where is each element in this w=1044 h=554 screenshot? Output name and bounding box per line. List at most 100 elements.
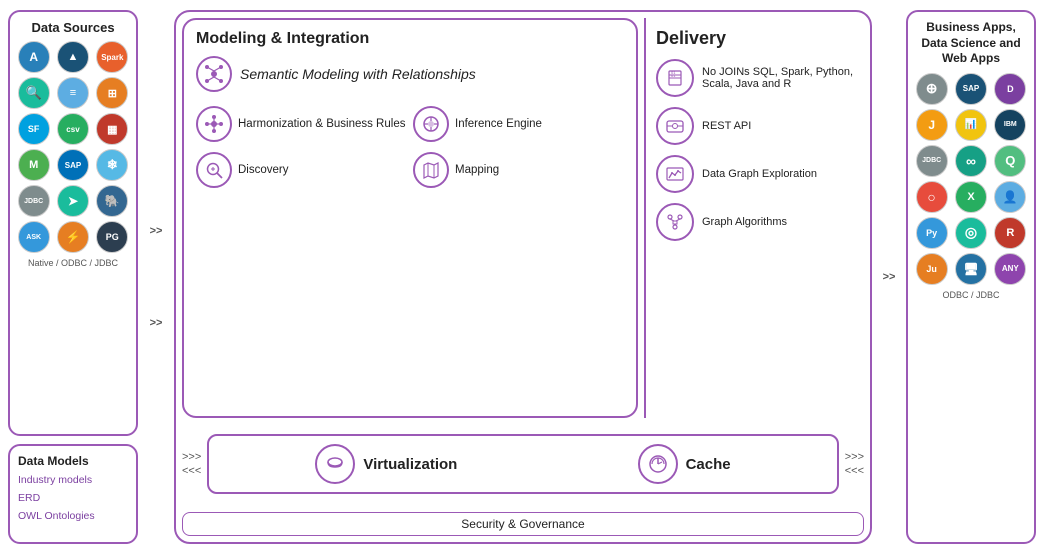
excel-icon: X — [955, 181, 987, 213]
data-sources-box: Data Sources A ▲ Spark 🔍 ≡ ⊞ SF csv ▦ M … — [8, 10, 138, 436]
virt-cache-area: Virtualization Cache — [207, 434, 838, 494]
jdbc2-icon: JDBC — [916, 145, 948, 177]
algo-label: Graph Algorithms — [702, 216, 787, 228]
infinity-icon: ∞ — [955, 145, 987, 177]
algo-icon — [656, 203, 694, 241]
center-panel: Modeling & Integration — [174, 10, 872, 544]
jupyter-icon: Ju — [916, 253, 948, 285]
black-icon: J — [916, 109, 948, 141]
delivery-title: Delivery — [656, 28, 854, 49]
python-icon: Py — [916, 217, 948, 249]
inference-icon — [413, 106, 449, 142]
chart-icon: ▦ — [96, 113, 128, 145]
inference-item: Inference Engine — [413, 106, 624, 142]
erd: ERD — [18, 490, 128, 508]
right-arrow-col: >> — [878, 10, 900, 544]
full-bottom: >>> <<< Virtualization — [182, 424, 864, 536]
atlas-icon: ▲ — [57, 41, 89, 73]
cache-icon — [638, 444, 678, 484]
right-arrow: >> — [883, 271, 896, 283]
semantic-icon — [196, 56, 232, 92]
stack-icon: ⊞ — [96, 77, 128, 109]
cognos-icon: IBM — [994, 109, 1026, 141]
circle-icon: ○ — [916, 181, 948, 213]
graph-exploration-icon — [656, 155, 694, 193]
data-models-items: Industry models ERD OWL Ontologies — [18, 472, 128, 526]
person-icon: 👤 — [994, 181, 1026, 213]
bottom-bar: >>> <<< Virtualization — [182, 424, 864, 504]
sql-icon: 01 01 — [656, 59, 694, 97]
mapping-label: Mapping — [455, 164, 499, 176]
right-panel: Business Apps, Data Science and Web Apps… — [906, 10, 1036, 544]
svg-text:01: 01 — [671, 73, 676, 78]
display-icon: 🖥 — [955, 253, 987, 285]
left-panel: Data Sources A ▲ Spark 🔍 ≡ ⊞ SF csv ▦ M … — [8, 10, 138, 544]
layers-icon: ≡ — [57, 77, 89, 109]
virtualization-icon — [315, 444, 355, 484]
semantic-modeling: Semantic Modeling with Relationships — [196, 56, 624, 92]
cache-item: Cache — [638, 444, 731, 484]
qlik-icon: Q — [994, 145, 1026, 177]
graph-exploration-item: Data Graph Exploration — [656, 155, 854, 193]
obdc-icon: ◎ — [955, 217, 987, 249]
modeling-title: Modeling & Integration — [196, 30, 624, 48]
main-container: Data Sources A ▲ Spark 🔍 ≡ ⊞ SF csv ▦ M … — [0, 0, 1044, 554]
jdbc-icon: JDBC — [18, 185, 50, 217]
algo-item: Graph Algorithms — [656, 203, 854, 241]
feature-grid: Harmonization & Business Rules — [196, 106, 624, 188]
stream-icon: ➤ — [57, 185, 89, 217]
virtualization-label: Virtualization — [363, 456, 457, 473]
mongodb-icon: M — [18, 149, 50, 181]
any-icon: ANY — [994, 253, 1026, 285]
mapping-icon — [413, 152, 449, 188]
modeling-box: Modeling & Integration — [182, 18, 638, 418]
postgre2-icon: PG — [96, 221, 128, 253]
postgres-icon: 🐘 — [96, 185, 128, 217]
harmonization-item: Harmonization & Business Rules — [196, 106, 407, 142]
data-models-box: Data Models Industry models ERD OWL Onto… — [8, 444, 138, 544]
sap-icon: SAP — [57, 149, 89, 181]
csv-icon: csv — [57, 113, 89, 145]
discovery-item: Discovery — [196, 152, 407, 188]
virt-left-arrows: >>> <<< — [182, 450, 201, 479]
ask-icon: ASK — [18, 221, 50, 253]
center-top: Modeling & Integration — [182, 18, 864, 418]
discovery-label: Discovery — [238, 164, 288, 176]
domc-icon: D — [994, 73, 1026, 105]
semantic-label: Semantic Modeling with Relationships — [240, 66, 476, 82]
powerbi-icon: 📊 — [955, 109, 987, 141]
cache-right-arrows: >>> <<< — [845, 450, 864, 479]
rest-icon — [656, 107, 694, 145]
right-icon-grid: ⊕ SAP D J 📊 IBM JDBC ∞ Q ○ X 👤 Py ◎ R Ju… — [914, 73, 1028, 285]
jdbc-label: ODBC / JDBC — [914, 290, 1028, 300]
plus-icon: ⊕ — [916, 73, 948, 105]
sql-item: 01 01 No JOINs SQL, Spark, Python, Scala… — [656, 59, 854, 97]
rest-label: REST API — [702, 120, 751, 132]
delivery-box: Delivery 01 01 No JOINs SQL, Spark, Pyth… — [644, 18, 864, 418]
spark-icon: Spark — [96, 41, 128, 73]
azure-icon: A — [18, 41, 50, 73]
owl-ontologies: OWL Ontologies — [18, 508, 128, 526]
sql-label: No JOINs SQL, Spark, Python, Scala, Java… — [702, 66, 854, 90]
dynamo-icon: ⚡ — [57, 221, 89, 253]
data-models-title: Data Models — [18, 454, 128, 468]
left-arrow-col: >> >> — [144, 10, 168, 544]
data-sources-icon-grid: A ▲ Spark 🔍 ≡ ⊞ SF csv ▦ M SAP ❄ JDBC ➤ … — [16, 41, 130, 253]
security-bar: Security & Governance — [182, 512, 864, 536]
inference-label: Inference Engine — [455, 118, 542, 130]
native-label: Native / ODBC / JDBC — [16, 258, 130, 268]
left-arrow-bottom: >> — [150, 317, 163, 329]
rest-item: REST API — [656, 107, 854, 145]
discovery-icon — [196, 152, 232, 188]
data-sources-title: Data Sources — [16, 20, 130, 35]
virtualization-item: Virtualization — [315, 444, 457, 484]
left-arrow-top: >> — [150, 225, 163, 237]
sap-r-icon: SAP — [955, 73, 987, 105]
graph-exploration-label: Data Graph Exploration — [702, 168, 817, 180]
cache-label: Cache — [686, 456, 731, 473]
harmonization-label: Harmonization & Business Rules — [238, 118, 405, 130]
right-panel-title: Business Apps, Data Science and Web Apps — [914, 20, 1028, 67]
redis-icon: R — [994, 217, 1026, 249]
industry-models: Industry models — [18, 472, 128, 490]
harmonization-icon — [196, 106, 232, 142]
